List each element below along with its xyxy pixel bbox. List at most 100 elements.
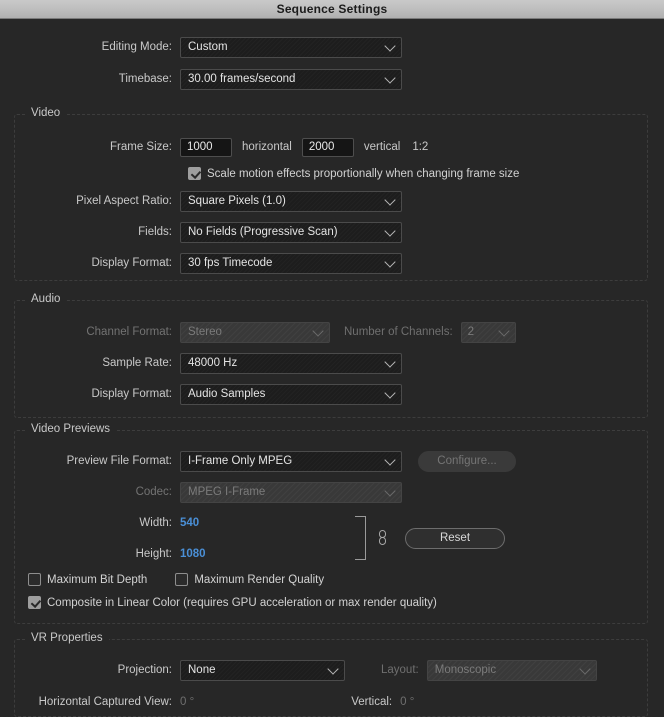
layout-select: Monoscopic [426,659,597,681]
number-of-channels-label: Number of Channels: [344,326,453,338]
video-display-format-row: Display Format: 30 fps Timecode [0,252,664,274]
horizontal-captured-view-value: 0 ° [180,696,195,708]
configure-button-label: Configure... [437,455,497,467]
number-of-channels-select: 2 [460,321,516,343]
horizontal-captured-view-row: Horizontal Captured View: 0 ° Vertical: … [0,691,664,713]
frame-size-vertical-input[interactable]: 2000 [301,137,354,157]
chain-link-icon[interactable] [378,530,387,546]
chevron-down-icon [384,356,396,368]
preview-width-value[interactable]: 540 [180,517,199,529]
video-display-format-select[interactable]: 30 fps Timecode [180,252,402,274]
vertical-value: 0 ° [400,696,415,708]
audio-section-fields: Channel Format: Stereo Number of Channel… [0,321,664,405]
reset-button[interactable]: Reset [405,527,505,549]
audio-display-format-select[interactable]: Audio Samples [180,383,402,405]
composite-linear-color-checkbox[interactable] [28,596,41,609]
scale-motion-effects-row[interactable]: Scale motion effects proportionally when… [188,167,664,180]
audio-section-title: Audio [25,293,67,305]
frame-size-label: Frame Size: [110,141,172,153]
frame-size-horizontal-value: 1000 [187,141,213,153]
fields-row: Fields: No Fields (Progressive Scan) [0,221,664,243]
preview-file-format-row: Preview File Format: I-Frame Only MPEG C… [0,450,664,472]
layout-label: Layout: [381,664,419,676]
chevron-down-icon [384,225,396,237]
pixel-aspect-ratio-label: Pixel Aspect Ratio: [76,195,172,207]
timebase-label: Timebase: [118,73,172,85]
preview-file-format-value: I-Frame Only MPEG [188,455,293,467]
chevron-down-icon [327,663,339,675]
maximum-bit-depth-label: Maximum Bit Depth [47,573,148,586]
projection-value: None [188,664,216,676]
chevron-down-icon [384,72,396,84]
fields-select[interactable]: No Fields (Progressive Scan) [180,221,402,243]
maximum-bit-depth-checkbox[interactable] [28,573,41,586]
vr-properties-section-title: VR Properties [25,632,109,644]
channel-format-select: Stereo [180,321,330,343]
projection-select[interactable]: None [180,659,345,681]
vr-properties-fields: Projection: None Layout: Monoscopic Hori… [0,659,664,713]
channel-format-label: Channel Format: [86,326,172,338]
timebase-row: Timebase: 30.00 frames/second [0,68,664,90]
frame-size-vertical-value: 2000 [308,141,335,153]
channel-format-value: Stereo [188,326,222,338]
preview-height-value[interactable]: 1080 [180,548,206,560]
composite-linear-color-row[interactable]: Composite in Linear Color (requires GPU … [28,596,437,609]
chevron-down-icon [384,454,396,466]
projection-label: Projection: [117,664,172,676]
maximum-bit-depth-row[interactable]: Maximum Bit Depth Maximum Render Quality [28,573,437,586]
chevron-down-icon [384,485,396,497]
audio-display-format-row: Display Format: Audio Samples [0,383,664,405]
chevron-down-icon [579,663,591,675]
frame-size-horizontal-input[interactable]: 1000 [180,137,232,157]
sample-rate-value: 48000 Hz [188,357,238,369]
projection-row: Projection: None Layout: Monoscopic [0,659,664,681]
timebase-select[interactable]: 30.00 frames/second [180,68,402,90]
editing-mode-row: Editing Mode: Custom [0,36,664,58]
chevron-down-icon [384,40,396,52]
chevron-down-icon [384,256,396,268]
pixel-aspect-ratio-row: Pixel Aspect Ratio: Square Pixels (1.0) [0,190,664,212]
sample-rate-label: Sample Rate: [102,357,172,369]
video-display-format-label: Display Format: [91,257,172,269]
codec-row: Codec: MPEG I-Frame [0,481,664,503]
vertical-label: Vertical: [351,696,393,708]
sample-rate-select[interactable]: 48000 Hz [180,352,402,374]
codec-label: Codec: [135,486,172,498]
editing-mode-select[interactable]: Custom [180,36,402,58]
pixel-aspect-ratio-select[interactable]: Square Pixels (1.0) [180,190,402,212]
composite-linear-color-label: Composite in Linear Color (requires GPU … [47,596,437,609]
maximum-render-quality-checkbox[interactable] [175,573,189,586]
number-of-channels-value: 2 [467,326,475,338]
render-options-checkbox-group: Maximum Bit Depth Maximum Render Quality… [28,573,437,609]
audio-display-format-value: Audio Samples [188,388,266,400]
frame-size-row: Frame Size: 1000 horizontal 2000 vertica… [0,136,664,158]
pixel-aspect-ratio-value: Square Pixels (1.0) [188,195,286,207]
channel-format-row: Channel Format: Stereo Number of Channel… [0,321,664,343]
horizontal-captured-view-label: Horizontal Captured View: [38,696,172,708]
chevron-down-icon [384,194,396,206]
top-settings-group: Editing Mode: Custom Timebase: 30.00 fra… [0,36,664,90]
chevron-down-icon [498,325,510,337]
editing-mode-value: Custom [188,41,228,53]
frame-size-vertical-label: vertical [363,141,401,153]
scale-motion-effects-checkbox[interactable] [188,167,201,180]
codec-select: MPEG I-Frame [180,481,402,503]
frame-size-horizontal-label: horizontal [242,141,292,153]
dimension-link-bracket-icon [355,516,366,560]
configure-button: Configure... [418,450,516,472]
preview-width-row: Width: 540 [0,512,664,534]
video-previews-section-title: Video Previews [25,423,117,435]
maximum-render-quality-label: Maximum Render Quality [194,573,325,586]
reset-button-label: Reset [439,532,471,544]
chevron-down-icon [312,325,324,337]
preview-file-format-select[interactable]: I-Frame Only MPEG [180,450,402,472]
codec-value: MPEG I-Frame [188,486,266,498]
preview-height-row: Height: 1080 [0,543,664,565]
frame-size-ratio: 1:2 [412,141,429,153]
timebase-value: 30.00 frames/second [188,73,296,85]
preview-file-format-label: Preview File Format: [66,455,172,467]
window-titlebar: Sequence Settings [0,0,664,19]
video-previews-fields: Preview File Format: I-Frame Only MPEG C… [0,450,664,565]
fields-value: No Fields (Progressive Scan) [188,226,338,238]
layout-value: Monoscopic [434,664,497,676]
